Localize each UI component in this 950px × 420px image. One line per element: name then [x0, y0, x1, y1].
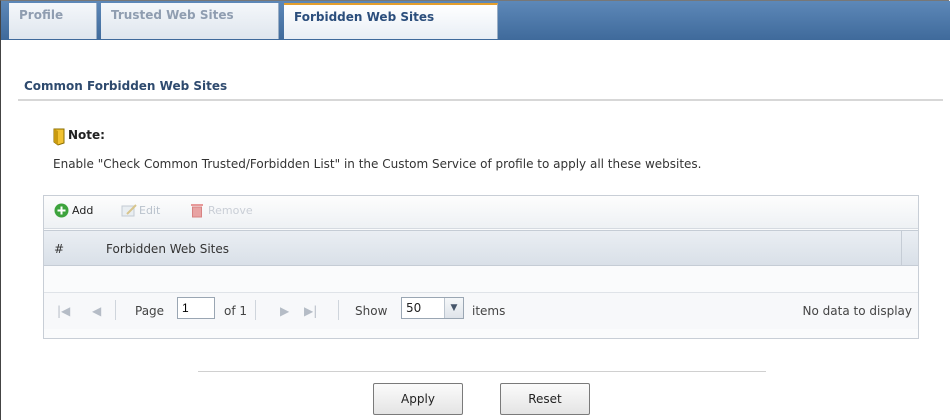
remove-button-label: Remove [208, 204, 253, 217]
apply-button[interactable]: Apply [373, 383, 463, 415]
forbidden-sites-table: Add Edit Remove # Forbidden Web Sites |◀… [43, 195, 919, 339]
table-header: # Forbidden Web Sites [44, 230, 918, 266]
page-count: of 1 [224, 304, 248, 318]
show-label: Show [355, 304, 388, 318]
note-text: Enable "Check Common Trusted/Forbidden L… [53, 157, 702, 171]
tab-bar: Profile Trusted Web Sites Forbidden Web … [1, 1, 950, 40]
page-size-select[interactable]: 50 ▼ [401, 297, 464, 319]
edit-icon [121, 204, 137, 217]
table-toolbar: Add Edit Remove [44, 196, 918, 229]
items-label: items [472, 304, 506, 318]
chevron-down-icon[interactable]: ▼ [444, 298, 463, 318]
add-icon [54, 203, 69, 218]
empty-status-text: No data to display [802, 304, 912, 318]
section-title: Common Forbidden Web Sites [24, 79, 228, 93]
tab-profile[interactable]: Profile [9, 3, 97, 39]
bottom-divider [198, 371, 766, 372]
pagination-bar: |◀ ◀ Page of 1 ▶ ▶| Show 50 ▼ items No d… [44, 292, 918, 329]
add-button-label: Add [72, 204, 94, 217]
pager-separator [115, 300, 116, 320]
note-icon [53, 128, 65, 146]
first-page-icon[interactable]: |◀ [57, 304, 70, 318]
reset-button[interactable]: Reset [500, 383, 590, 415]
column-header-number[interactable]: # [54, 242, 64, 256]
pager-separator [338, 300, 339, 320]
tab-trusted-web-sites-label: Trusted Web Sites [111, 8, 234, 22]
edit-button-label: Edit [139, 204, 161, 217]
trash-icon [191, 204, 203, 218]
page-label: Page [135, 304, 165, 318]
note-title: Note: [68, 128, 105, 142]
pager-separator [255, 300, 256, 320]
tab-profile-label: Profile [19, 8, 64, 22]
last-page-icon[interactable]: ▶| [304, 304, 317, 318]
column-header-forbidden-web-sites[interactable]: Forbidden Web Sites [106, 242, 229, 256]
tab-forbidden-web-sites[interactable]: Forbidden Web Sites [284, 3, 498, 39]
column-divider [901, 231, 902, 265]
page-size-value: 50 [406, 301, 422, 315]
section-divider [18, 99, 943, 101]
tab-trusted-web-sites[interactable]: Trusted Web Sites [101, 3, 279, 39]
previous-page-icon[interactable]: ◀ [92, 304, 101, 318]
tab-forbidden-web-sites-label: Forbidden Web Sites [294, 10, 435, 24]
next-page-icon[interactable]: ▶ [280, 304, 289, 318]
page-number-input[interactable] [177, 297, 215, 319]
